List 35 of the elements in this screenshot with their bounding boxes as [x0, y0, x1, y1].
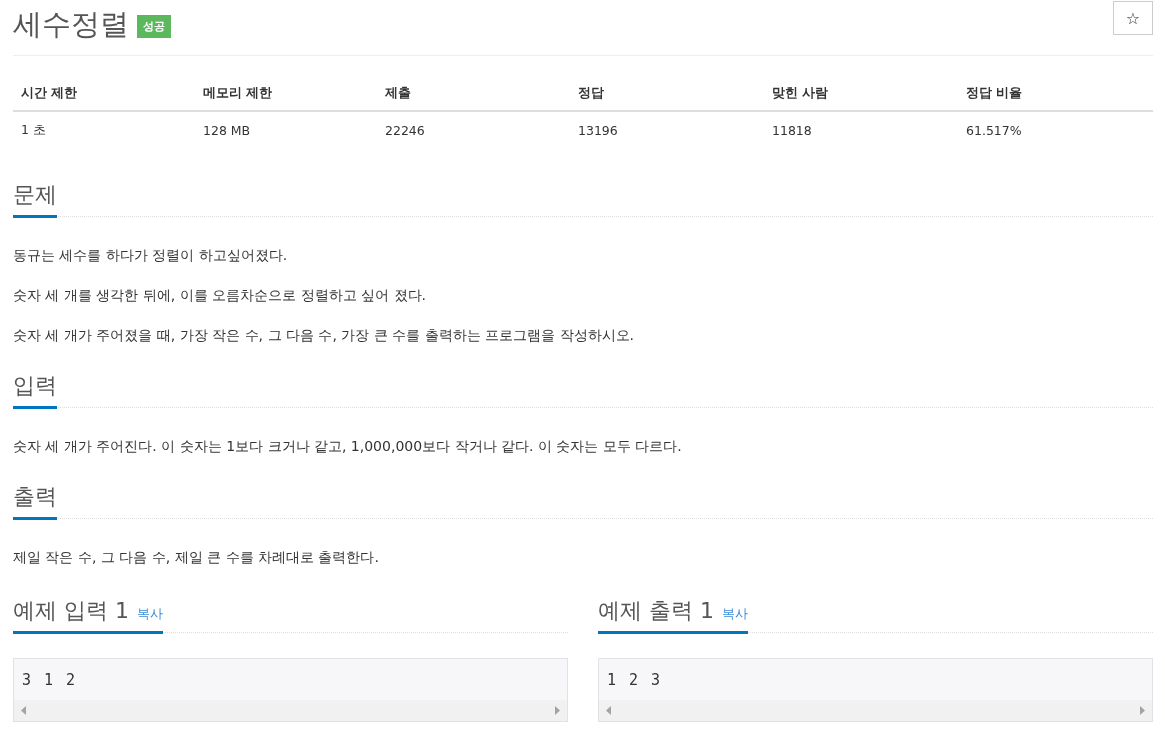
example-heading: 예제 출력 1 — [598, 597, 714, 625]
table-cell-text: 1 초 — [20, 120, 47, 139]
table-cell-text: 11818 — [771, 121, 813, 140]
scrollbar[interactable] — [599, 700, 1152, 721]
table-cell-text: 13196 — [577, 121, 619, 140]
scroll-left-icon[interactable] — [21, 706, 26, 715]
paragraph: 제일 작은 수, 그 다음 수, 제일 큰 수를 차례대로 출력한다. — [13, 548, 380, 567]
section-heading: 출력 — [13, 482, 57, 520]
paragraph: 동규는 세수를 하다가 정렬이 하고싶어졌다. — [13, 246, 289, 265]
sample-code: 1 2 3 — [606, 670, 664, 691]
table-header-cell: 정답 — [570, 77, 764, 112]
sample-code: 3 1 2 — [21, 670, 79, 691]
table-header-cell: 제출 — [377, 77, 570, 112]
status-badge: 성공 — [137, 14, 171, 38]
table-header-cell: 맞힌 사람 — [764, 77, 958, 112]
scroll-right-icon[interactable] — [1140, 706, 1145, 715]
table-cell-text: 61.517% — [965, 121, 1023, 140]
scrollbar[interactable] — [14, 700, 567, 721]
section-heading: 문제 — [13, 180, 57, 218]
section-heading: 입력 — [13, 371, 57, 409]
copy-link[interactable]: 복사 — [137, 605, 163, 623]
table-header-cell: 메모리 제한 — [195, 77, 377, 112]
table-header-cell: 정답 비율 — [958, 77, 1153, 112]
favorite-button[interactable]: ☆ — [1113, 1, 1153, 35]
scroll-right-icon[interactable] — [555, 706, 560, 715]
table-header-cell: 시간 제한 — [13, 77, 195, 112]
example-heading: 예제 입력 1 — [13, 597, 129, 625]
problem-title: 세수정렬 — [13, 6, 129, 43]
paragraph: 숫자 세 개가 주어졌을 때, 가장 작은 수, 그 다음 수, 가장 큰 수를 출력하는 프로그램을 작성하시오. — [13, 326, 635, 345]
table-cell-text: 128 MB — [202, 121, 252, 140]
scroll-left-icon[interactable] — [606, 706, 611, 715]
paragraph: 숫자 세 개를 생각한 뒤에, 이를 오름차순으로 정렬하고 싶어 졌다. — [13, 286, 427, 305]
table-cell-text: 22246 — [384, 121, 426, 140]
copy-link[interactable]: 복사 — [722, 605, 748, 623]
paragraph: 숫자 세 개가 주어진다. 이 숫자는 1보다 크거나 같고, 1,000,000보다 작거나 같다. 이 숫자는 모두 다르다. — [13, 437, 683, 456]
